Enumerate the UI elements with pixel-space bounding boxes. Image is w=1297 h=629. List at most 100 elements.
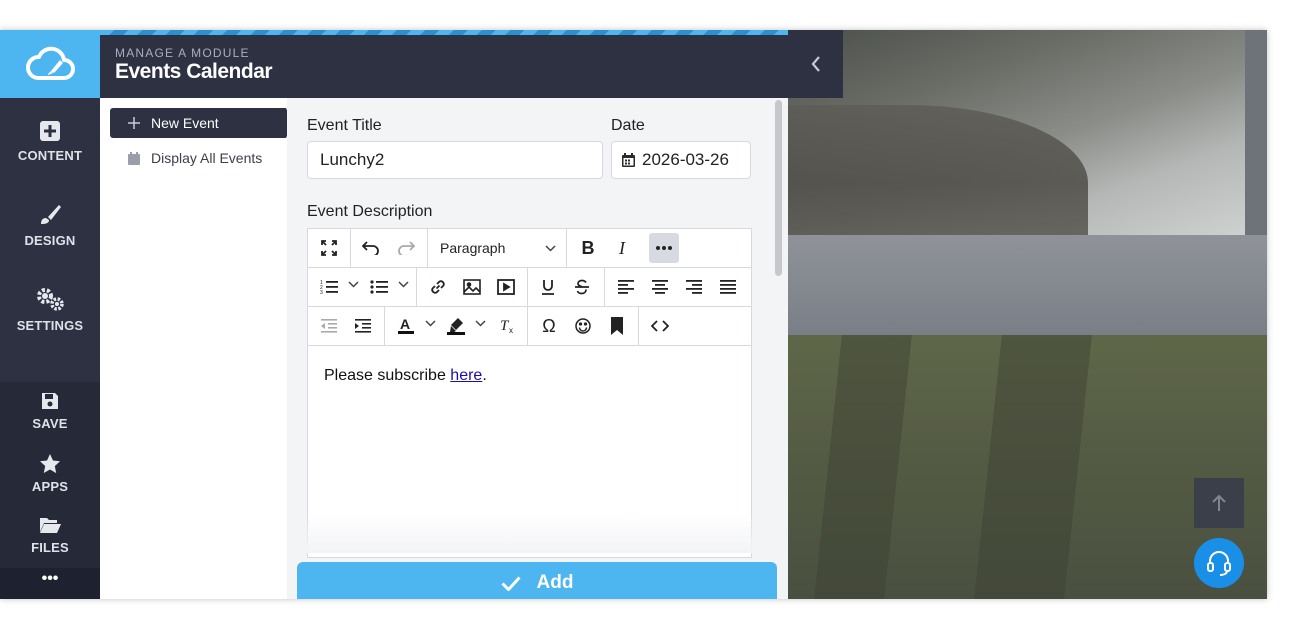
highlight-color-button[interactable] [441, 311, 471, 341]
redo-button[interactable] [391, 233, 421, 263]
module-subnav: New Event Display All Events [100, 98, 293, 599]
subnav-display-events-label: Display All Events [151, 150, 263, 166]
more-tools-button[interactable] [649, 233, 679, 263]
module-panel: MANAGE A MODULE Events Calendar New Even… [100, 30, 788, 599]
fullscreen-icon [321, 240, 337, 256]
align-left-button[interactable] [611, 272, 641, 302]
checkmark-icon [500, 575, 521, 591]
text-color-icon: A [398, 317, 414, 334]
block-format-select[interactable]: Paragraph [428, 233, 566, 263]
chevron-down-icon[interactable] [475, 320, 486, 327]
scroll-to-top-button[interactable] [1194, 478, 1244, 528]
plus-square-icon [40, 121, 60, 141]
rail-design-label: DESIGN [24, 233, 76, 248]
indent-icon [355, 319, 371, 333]
rail-settings[interactable]: SETTINGS [0, 286, 100, 333]
image-icon [463, 279, 481, 295]
chevron-down-icon[interactable] [348, 281, 359, 288]
highlighter-icon [447, 318, 465, 335]
rail-content[interactable]: CONTENT [0, 120, 100, 163]
special-character-button[interactable]: Ω [534, 311, 564, 341]
date-input[interactable]: 2026-03-26 [611, 141, 751, 179]
underline-button[interactable] [533, 272, 563, 302]
form-scrollbar[interactable] [775, 100, 782, 276]
outdent-icon [321, 319, 337, 333]
strikethrough-button[interactable] [567, 272, 597, 302]
link-button[interactable] [423, 272, 453, 302]
app-frame: CONTENT DESIGN SETTINGS SAVE APPS FILES … [0, 30, 1267, 599]
text-color-button[interactable]: A [391, 311, 421, 341]
rail-settings-label: SETTINGS [16, 318, 84, 333]
panel-subtitle: MANAGE A MODULE [115, 46, 250, 60]
bullet-list-icon [370, 280, 388, 294]
clear-formatting-icon: Tx [500, 318, 513, 334]
italic-button[interactable]: I [607, 233, 637, 263]
calendar-icon [124, 151, 144, 165]
event-description-label: Event Description [307, 203, 433, 220]
anchor-button[interactable] [602, 311, 632, 341]
rail-save[interactable]: SAVE [0, 392, 100, 431]
floppy-disk-icon [42, 393, 58, 409]
bullet-list-button[interactable] [364, 272, 394, 302]
code-icon [651, 320, 669, 332]
chevron-down-icon[interactable] [398, 281, 409, 288]
toolbar-row-2: 123 [308, 268, 751, 307]
bold-icon: B [581, 237, 595, 258]
emoji-button[interactable] [568, 311, 598, 341]
brush-icon [41, 205, 61, 224]
undo-button[interactable] [356, 233, 386, 263]
subnav-new-event-label: New Event [151, 115, 219, 131]
image-button[interactable] [457, 272, 487, 302]
rich-text-editor: Paragraph B I 1 2 3 A T x Ω Please subsc… [307, 228, 752, 558]
bookmark-icon [611, 317, 623, 335]
underline-icon [542, 280, 554, 295]
content-text: Please subscribe [324, 367, 451, 384]
subnav-display-events[interactable]: Display All Events [110, 143, 286, 173]
gears-icon [37, 288, 64, 311]
headset-icon [1207, 551, 1231, 576]
content-end: . [482, 367, 487, 384]
rail-files-label: FILES [31, 540, 69, 555]
editor-content[interactable]: Please subscribe here. [324, 367, 487, 385]
chevron-down-icon [545, 245, 556, 252]
clear-formatting-button[interactable]: Tx [492, 311, 522, 341]
omega-icon: Ω [542, 315, 556, 336]
numbered-list-button[interactable]: 123 [314, 272, 344, 302]
align-justify-button[interactable] [713, 272, 743, 302]
fullscreen-button[interactable] [314, 233, 344, 263]
outdent-button[interactable] [314, 311, 344, 341]
chevron-down-icon[interactable] [425, 320, 436, 327]
event-title-input[interactable]: Lunchy2 [307, 141, 603, 179]
undo-icon [362, 241, 379, 255]
scroll-fade [287, 513, 788, 553]
strikethrough-icon [575, 279, 589, 295]
subscribe-link[interactable]: here [450, 367, 482, 384]
rail-apps[interactable]: APPS [0, 454, 100, 494]
more-menu[interactable]: ••• [0, 568, 100, 599]
page-title: Events Calendar [115, 60, 273, 83]
svg-text:3: 3 [320, 290, 323, 295]
source-code-button[interactable] [645, 311, 675, 341]
block-format-value: Paragraph [440, 240, 506, 256]
redo-icon [398, 241, 415, 255]
logo[interactable] [0, 30, 100, 98]
rail-files[interactable]: FILES [0, 516, 100, 555]
bold-button[interactable]: B [573, 233, 603, 263]
media-button[interactable] [491, 272, 521, 302]
panel-header: MANAGE A MODULE Events Calendar [100, 35, 788, 98]
subnav-new-event[interactable]: New Event [110, 108, 293, 138]
add-button[interactable]: Add [297, 562, 777, 599]
folder-open-icon [40, 518, 61, 533]
calendar-icon [622, 153, 635, 167]
align-center-button[interactable] [645, 272, 675, 302]
support-chat-button[interactable] [1194, 538, 1244, 588]
rail-design[interactable]: DESIGN [0, 203, 100, 248]
toolbar-row-1: Paragraph B I [308, 229, 751, 268]
collapse-panel-button[interactable] [788, 30, 843, 98]
site-preview [788, 30, 1267, 599]
svg-text:A: A [400, 317, 410, 332]
indent-button[interactable] [348, 311, 378, 341]
rail-apps-label: APPS [31, 479, 69, 494]
add-button-label: Add [536, 572, 574, 593]
align-right-button[interactable] [679, 272, 709, 302]
